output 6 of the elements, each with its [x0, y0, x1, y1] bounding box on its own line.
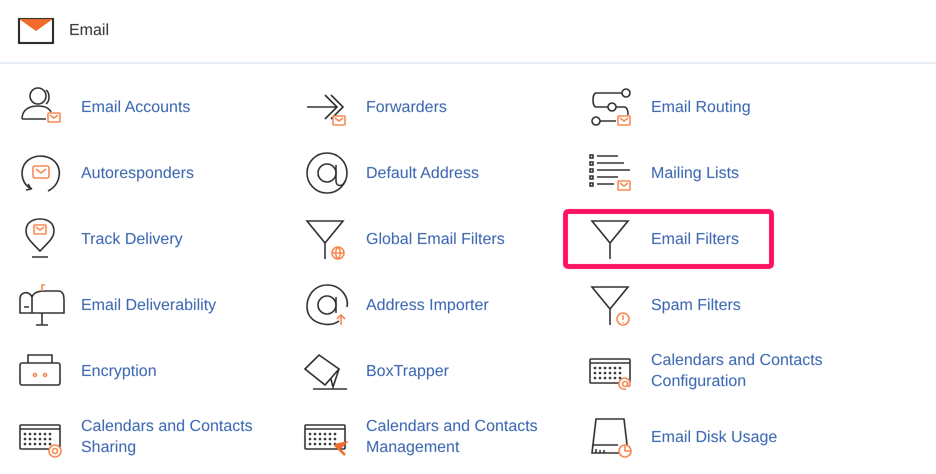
- section-title: Email: [69, 22, 110, 40]
- tool-link[interactable]: Email Filters: [563, 209, 774, 269]
- envelope-icon: [18, 18, 54, 44]
- mailbox-icon: [18, 283, 66, 327]
- at-sign-upload-icon: [303, 283, 351, 327]
- at-sign-icon: [303, 151, 351, 195]
